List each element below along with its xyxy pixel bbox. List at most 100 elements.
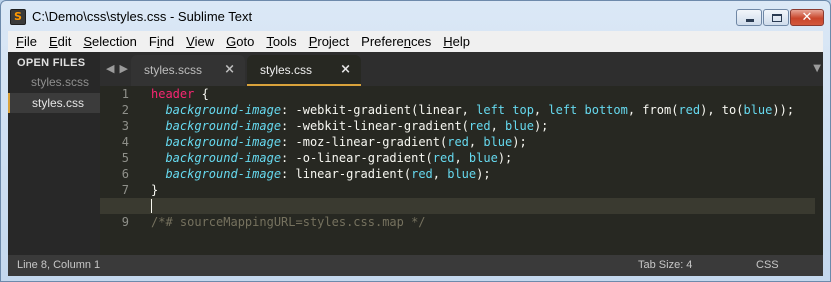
sidebar-item-styles-scss[interactable]: styles.scss [8,72,100,92]
menu-goto[interactable]: Goto [220,31,260,52]
window-title: C:\Demo\css\styles.css - Sublime Text [32,9,253,24]
chevron-right-icon[interactable]: ▶ [119,62,127,75]
line-number: 7 [121,183,129,197]
code-token: : -o-linear-gradient( [281,151,433,165]
close-button[interactable]: ✕ [790,9,824,26]
code-token: ); [497,151,513,165]
code-token: ); [476,167,491,181]
tab-label: styles.css [260,63,313,77]
code-line[interactable]: header { [151,86,815,102]
code-token: red [447,135,469,149]
code-lines[interactable]: header { background-image: -webkit-gradi… [100,86,815,230]
close-tab-icon[interactable]: × [224,55,235,85]
code-token: ); [512,135,527,149]
menu-selection[interactable]: Selection [77,31,142,52]
code-token: , from( [627,103,679,117]
code-token: blue [447,167,477,181]
code-token: { [194,87,209,101]
menu-project[interactable]: Project [303,31,355,52]
status-bar: Line 8, Column 1 Tab Size: 4 CSS [8,255,823,276]
code-token: : -webkit-gradient(linear, [281,103,477,117]
code-token: red [411,167,433,181]
code-line[interactable]: background-image: -o-linear-gradient(red… [151,150,815,166]
sidebar: OPEN FILES styles.scss styles.css [8,52,100,255]
sublime-app-icon[interactable]: S [10,9,26,25]
menu-find[interactable]: Find [143,31,180,52]
code-token: background-image [165,151,282,165]
code-token: blue [505,119,534,133]
line-number: 9 [121,215,129,229]
code-token: ); [533,119,549,133]
code-editor[interactable]: 123456789 header { background-image: -we… [100,86,815,255]
title-bar[interactable]: S C:\Demo\css\styles.css - Sublime Text … [1,1,830,31]
code-token: red [678,103,701,117]
maximize-icon [772,14,782,22]
line-number: 1 [121,87,129,101]
maximize-button[interactable] [763,9,789,26]
tab-size-selector[interactable]: Tab Size: 4 [638,255,692,276]
tab-bar: ◀ ▶ styles.scss × styles.css × ▼ [100,52,823,86]
code-token: background-image [165,103,282,117]
code-token: )); [772,103,795,117]
code-line[interactable]: background-image: -webkit-gradient(linea… [151,102,815,118]
code-line[interactable] [100,198,815,214]
tab-styles-scss[interactable]: styles.scss × [131,55,245,86]
app-window: S C:\Demo\css\styles.css - Sublime Text … [0,0,831,282]
code-line[interactable]: } [151,182,815,198]
code-token: red [432,151,455,165]
line-number: 6 [121,167,129,181]
text-cursor [151,199,152,213]
close-tab-icon[interactable]: × [340,55,351,85]
code-token: ), to( [700,103,744,117]
editor-window: OPEN FILES styles.scss styles.css ◀ ▶ sty… [8,52,823,255]
code-token: left top [476,103,534,117]
code-token: blue [468,151,498,165]
window-controls: ✕ [736,9,824,26]
vertical-scrollbar[interactable] [815,86,823,255]
minimize-button[interactable] [736,9,762,26]
code-line[interactable]: /*# sourceMappingURL=styles.css.map */ [151,214,815,230]
code-token: background-image [165,135,282,149]
code-line[interactable]: background-image: linear-gradient(red, b… [151,166,815,182]
code-token: left bottom [548,103,628,117]
code-token: red [468,119,491,133]
code-token: , [468,135,484,149]
sidebar-item-styles-css[interactable]: styles.css [8,93,100,113]
code-token: background-image [165,167,282,181]
code-token: , [454,151,469,165]
menu-help[interactable]: Help [437,31,476,52]
menu-edit[interactable]: Edit [43,31,77,52]
menu-tools[interactable]: Tools [260,31,302,52]
menu-bar: File Edit Selection Find View Goto Tools Projec… [8,31,823,52]
code-token: } [151,183,159,197]
code-token: /*# sourceMappingURL=styles.css.map */ [151,215,426,229]
menu-file[interactable]: File [10,31,43,52]
code-token: , [533,103,549,117]
code-token: : -moz-linear-gradient( [281,135,448,149]
line-number: 3 [121,119,129,133]
tab-overflow-icon[interactable]: ▼ [813,63,821,75]
cursor-position: Line 8, Column 1 [17,259,101,271]
chevron-left-icon[interactable]: ◀ [106,62,114,75]
code-token: blue [483,135,513,149]
tab-nav-arrows: ◀ ▶ [106,62,133,76]
code-token: background-image [165,119,282,133]
tab-label: styles.scss [144,63,203,77]
code-token: header [151,87,195,101]
menu-view[interactable]: View [180,31,220,52]
code-token: : -webkit-linear-gradient( [281,119,469,133]
code-line[interactable]: background-image: -webkit-linear-gradien… [151,118,815,134]
code-line[interactable]: background-image: -moz-linear-gradient(r… [151,134,815,150]
syntax-selector[interactable]: CSS [756,255,779,276]
close-icon: ✕ [801,10,813,25]
menu-preferences[interactable]: Preferences [355,31,437,52]
code-token: , [490,119,506,133]
minimize-icon [746,19,754,22]
line-number: 5 [121,151,129,165]
code-token: blue [743,103,773,117]
tab-styles-css[interactable]: styles.css × [247,55,361,86]
